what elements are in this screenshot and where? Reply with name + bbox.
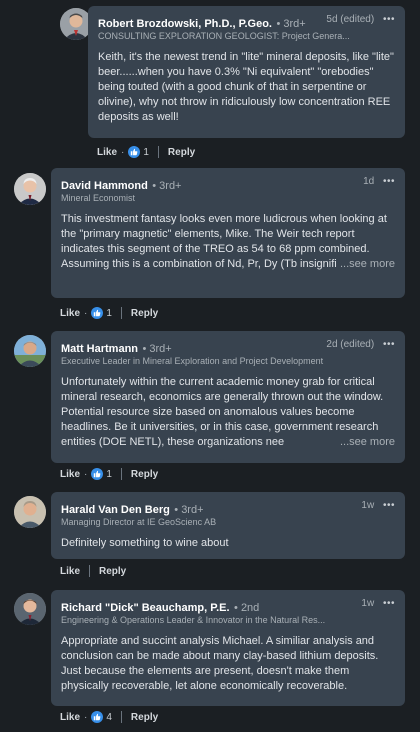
comments-feed: Robert Brozdowski, Ph.D., P.Geo. • 3rd+ … [0, 0, 420, 732]
comment-timestamp: 1w [361, 500, 375, 511]
like-button[interactable]: Like [60, 469, 80, 480]
comment-actions: Like · 1 Reply [97, 145, 195, 159]
thumbs-up-icon[interactable] [128, 146, 141, 158]
see-more-link[interactable]: ...see more [335, 435, 395, 450]
more-options-icon[interactable]: ••• [383, 598, 395, 609]
reaction-count[interactable]: 1 [106, 469, 112, 480]
author-headline: Mineral Economist [61, 193, 136, 203]
reaction-count[interactable]: 4 [106, 712, 112, 723]
action-divider [157, 146, 159, 158]
avatar[interactable] [14, 496, 46, 528]
comment-bubble: Matt Hartmann • 3rd+ 2d (edited) ••• Exe… [51, 331, 405, 463]
reaction-count[interactable]: 1 [143, 147, 149, 158]
avatar[interactable] [14, 173, 46, 205]
comment-bubble: Richard "Dick" Beauchamp, P.E. • 2nd 1w … [51, 590, 405, 706]
comment-timestamp: 2d (edited) [326, 339, 375, 350]
reply-button[interactable]: Reply [99, 566, 126, 577]
avatar[interactable] [14, 335, 46, 367]
comment-text: Definitely something to wine about [61, 537, 229, 549]
author-headline: Executive Leader in Mineral Exploration … [61, 356, 324, 366]
see-more-link[interactable]: ...see more [335, 257, 395, 272]
time-meta: 1w ••• [361, 598, 395, 609]
action-divider [89, 565, 91, 577]
connection-degree: • 3rd+ [142, 343, 172, 355]
comment-timestamp: 5d (edited) [326, 14, 375, 25]
more-options-icon[interactable]: ••• [383, 500, 395, 511]
action-divider [120, 711, 122, 723]
comment-bubble: Harald Van Den Berg • 3rd+ 1w ••• Managi… [51, 492, 405, 559]
comment-timestamp: 1w [361, 598, 375, 609]
more-options-icon[interactable]: ••• [383, 176, 395, 187]
action-divider [120, 468, 122, 480]
like-button[interactable]: Like [60, 566, 80, 577]
time-meta: 1w ••• [361, 500, 395, 511]
comment-item: Richard "Dick" Beauchamp, P.E. • 2nd 1w … [0, 585, 420, 732]
comment-text: Unfortunately within the current academi… [61, 376, 384, 448]
comment-item: Matt Hartmann • 3rd+ 2d (edited) ••• Exe… [0, 325, 420, 490]
connection-degree: • 3rd+ [276, 18, 306, 30]
comment-actions: Like · 1 Reply [60, 306, 158, 320]
connection-degree: • 3rd+ [152, 180, 182, 192]
comment-actions: Like · 1 Reply [60, 467, 158, 481]
comment-timestamp: 1d [363, 176, 375, 187]
thumbs-up-icon[interactable] [91, 307, 104, 319]
author-name[interactable]: Robert Brozdowski, Ph.D., P.Geo. [98, 18, 272, 30]
author-name[interactable]: Richard "Dick" Beauchamp, P.E. [61, 602, 230, 614]
dot-separator: · [121, 146, 125, 158]
dot-separator: · [84, 711, 88, 723]
like-button[interactable]: Like [60, 712, 80, 723]
comment-actions: Like Reply [60, 564, 126, 578]
comment-bubble: Robert Brozdowski, Ph.D., P.Geo. • 3rd+ … [88, 6, 405, 138]
more-options-icon[interactable]: ••• [383, 339, 395, 350]
action-divider [120, 307, 122, 319]
reply-button[interactable]: Reply [168, 147, 195, 158]
comment-item: David Hammond • 3rd+ 1d ••• Mineral Econ… [0, 165, 420, 325]
dot-separator: · [84, 307, 88, 319]
time-meta: 5d (edited) ••• [326, 14, 395, 25]
author-headline: Engineering & Operations Leader & Innova… [61, 615, 326, 625]
reply-button[interactable]: Reply [131, 469, 158, 480]
author-name[interactable]: Harald Van Den Berg [61, 504, 170, 516]
connection-degree: • 3rd+ [174, 504, 204, 516]
thumbs-up-icon[interactable] [91, 711, 104, 723]
time-meta: 2d (edited) ••• [326, 339, 395, 350]
comment-text: Appropriate and succint analysis Michael… [61, 635, 379, 692]
more-options-icon[interactable]: ••• [383, 14, 395, 25]
author-name[interactable]: David Hammond [61, 180, 148, 192]
author-name[interactable]: Matt Hartmann [61, 343, 138, 355]
reply-button[interactable]: Reply [131, 308, 158, 319]
time-meta: 1d ••• [363, 176, 395, 187]
author-headline: CONSULTING EXPLORATION GEOLOGIST: Projec… [98, 31, 350, 41]
connection-degree: • 2nd [234, 602, 260, 614]
comment-actions: Like · 4 Reply [60, 710, 158, 724]
comment-item: Harald Van Den Berg • 3rd+ 1w ••• Managi… [0, 490, 420, 585]
like-button[interactable]: Like [97, 147, 117, 158]
comment-body: This investment fantasy looks even more … [61, 212, 395, 272]
reaction-count[interactable]: 1 [106, 308, 112, 319]
comment-bubble: David Hammond • 3rd+ 1d ••• Mineral Econ… [51, 168, 405, 298]
comment-text: Keith, it's the newest trend in "lite" m… [98, 51, 394, 123]
like-button[interactable]: Like [60, 308, 80, 319]
dot-separator: · [84, 468, 88, 480]
author-headline: Managing Director at IE GeoScienc AB [61, 517, 217, 527]
reply-button[interactable]: Reply [131, 712, 158, 723]
comment-body: Unfortunately within the current academi… [61, 375, 395, 450]
thumbs-up-icon[interactable] [91, 468, 104, 480]
avatar[interactable] [14, 593, 46, 625]
comment-item: Robert Brozdowski, Ph.D., P.Geo. • 3rd+ … [0, 0, 420, 165]
